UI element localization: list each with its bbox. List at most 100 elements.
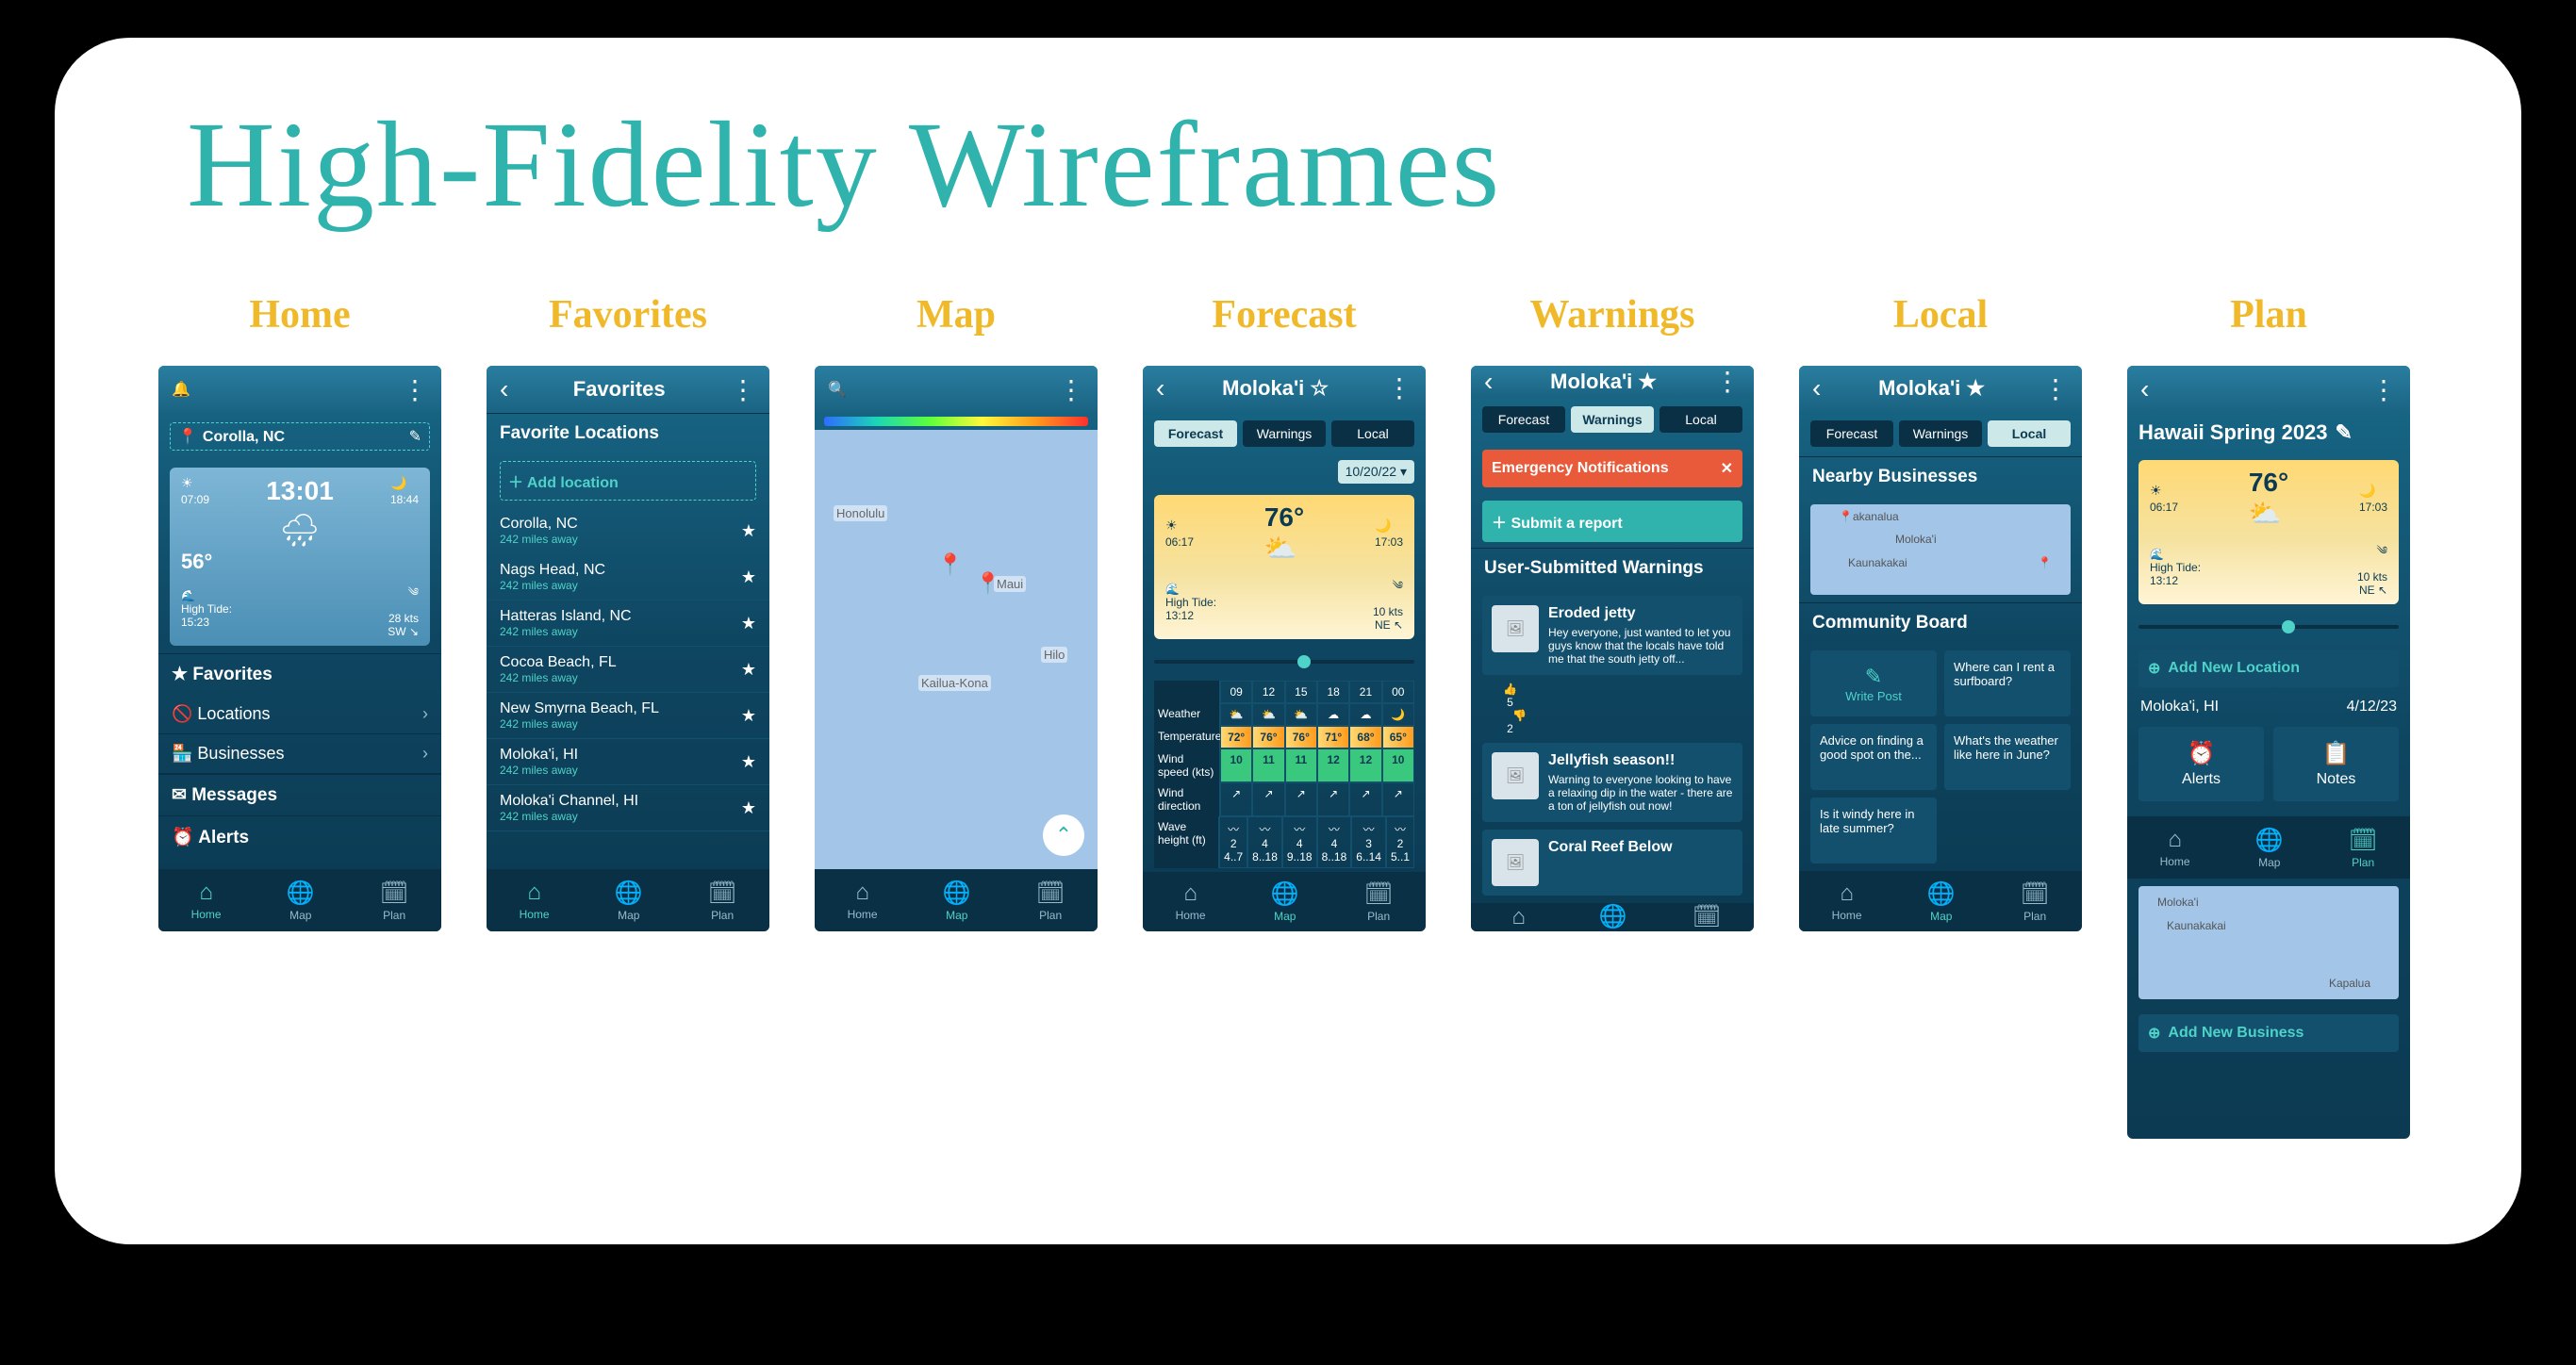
star-icon[interactable]: ★ [741,567,756,587]
nav-home[interactable]: ⌂Home [2160,827,2190,868]
back-icon[interactable]: ‹ [1156,373,1164,403]
map-pin-icon[interactable]: 📍 [937,552,963,577]
add-business-button[interactable]: ⊕Add New Business [2138,1014,2399,1052]
nav-map[interactable]: 🌐Map [1599,903,1627,931]
tab-local[interactable]: Local [1988,420,2071,447]
bell-icon[interactable]: 🔔 [172,380,190,399]
back-icon[interactable]: ‹ [1484,367,1493,397]
nav-plan[interactable]: 🗓Plan [2021,880,2049,923]
tab-warnings[interactable]: Warnings [1571,406,1654,433]
back-icon[interactable]: ‹ [1812,373,1821,403]
notes-button[interactable]: 📋Notes [2273,727,2399,801]
nav-plan[interactable]: 🗓Plan [708,880,736,922]
tab-forecast[interactable]: Forecast [1482,406,1565,433]
plan-topbar: ‹ [2127,366,2410,413]
forecast-temp: 76° [1264,502,1304,532]
star-icon[interactable]: ★ [741,752,756,772]
home-label: Home [249,292,350,337]
warning-item[interactable]: 🖼Jellyfish season!!Warning to everyone l… [1482,743,1742,822]
nav-map[interactable]: 🌐Map [2255,827,2284,869]
menu-icon[interactable] [1058,374,1084,405]
edit-icon[interactable]: ✎ [409,427,421,446]
alerts-section[interactable]: ⏰ Alerts [158,815,441,858]
time-slider[interactable] [1154,660,1414,664]
plan-location-row[interactable]: Moloka'i, HI 4/12/23 [2140,699,2397,715]
tab-forecast[interactable]: Forecast [1810,420,1893,447]
tab-local[interactable]: Local [1660,406,1742,433]
back-icon[interactable]: ‹ [2140,374,2149,404]
vote-controls[interactable]: 👍5👎2 [1494,682,1527,735]
nav-home[interactable]: ⌂Home [520,880,550,921]
post-item[interactable]: Where can I rent a surfboard? [1944,650,2071,716]
back-icon[interactable]: ‹ [500,374,508,404]
date-picker[interactable]: 10/20/22 ▾ [1154,460,1414,484]
nav-plan[interactable]: 🗓Plan [2349,827,2377,869]
nav-plan[interactable]: 🗓Plan [1036,880,1065,922]
star-icon[interactable]: ★ [741,660,756,680]
nav-home[interactable]: ⌂Home [848,880,878,921]
favorite-item[interactable]: Hatteras Island, NC242 miles away★ [487,600,769,647]
tab-forecast[interactable]: Forecast [1154,420,1237,447]
close-icon[interactable]: ✕ [1721,459,1733,478]
plan-slider[interactable] [2138,625,2399,629]
map-view[interactable]: Honolulu 📍 📍 Maui Kailua-Kona Hilo ⌃ [815,430,1098,869]
add-location-button[interactable]: ＋ Add location [500,461,756,501]
nav-plan[interactable]: 🗓Plan [1364,880,1393,923]
forecast-bottomnav: ⌂Home 🌐Map 🗓Plan [1143,872,1426,931]
write-post-button[interactable]: ✎Write Post [1810,650,1937,716]
star-icon[interactable]: ★ [741,798,756,818]
nav-plan[interactable]: 🗓Plan [1693,903,1721,931]
nav-plan[interactable]: 🗓Plan [380,880,408,922]
businesses-item[interactable]: 🏪 Businesses› [158,734,441,774]
alerts-button[interactable]: ⏰Alerts [2138,727,2264,801]
nav-map[interactable]: 🌐Map [1271,880,1299,923]
forecast-title: Moloka'i [1222,376,1304,400]
favorite-item[interactable]: Cocoa Beach, FL242 miles away★ [487,647,769,693]
edit-icon[interactable]: ✎ [2336,420,2353,445]
star-icon[interactable]: ★ [741,521,756,541]
add-location-button[interactable]: ⊕Add New Location [2138,650,2399,687]
nav-home[interactable]: ⌂Home [1504,904,1534,932]
messages-section[interactable]: ✉ Messages [158,774,441,815]
post-item[interactable]: Advice on finding a good spot on the... [1810,724,1937,790]
warning-item[interactable]: 🖼Eroded jettyHey everyone, just wanted t… [1482,596,1742,675]
home-weather-card[interactable]: ☀07:09 13:01 🌙18:44 🌧 56° 🌊High Tide:15:… [170,468,430,646]
favorite-item[interactable]: Moloka'i Channel, HI242 miles away★ [487,785,769,831]
submit-report-button[interactable]: ＋ Submit a report [1482,501,1742,542]
nav-map[interactable]: 🌐Map [615,880,643,922]
menu-icon[interactable] [402,374,428,405]
post-item[interactable]: Is it windy here in late summer? [1810,798,1937,863]
tab-warnings[interactable]: Warnings [1243,420,1326,447]
tab-warnings[interactable]: Warnings [1899,420,1982,447]
location-bar[interactable]: 📍Corolla, NC ✎ [170,422,430,451]
star-icon[interactable]: ★ [1966,376,1985,400]
nav-home[interactable]: ⌂Home [1832,880,1862,922]
nav-map[interactable]: 🌐Map [287,880,315,922]
nav-home[interactable]: ⌂Home [191,880,222,921]
menu-icon[interactable] [1386,372,1412,403]
favorite-item[interactable]: Corolla, NC242 miles away★ [487,508,769,554]
favorite-item[interactable]: New Smyrna Beach, FL242 miles away★ [487,693,769,739]
star-icon[interactable]: ☆ [1310,376,1329,400]
search-icon[interactable]: 🔍 [828,380,847,399]
menu-icon[interactable] [1714,366,1741,397]
menu-icon[interactable] [730,374,756,405]
favorite-item[interactable]: Moloka'i, HI242 miles away★ [487,739,769,785]
plan-map-thumb[interactable]: Moloka'i Kaunakakai Kapalua [2138,886,2399,999]
menu-icon[interactable] [2370,374,2397,405]
locations-item[interactable]: 🚫 Locations› [158,695,441,734]
emergency-banner[interactable]: Emergency Notifications ✕ [1482,450,1742,487]
favorite-item[interactable]: Nags Head, NC242 miles away★ [487,554,769,600]
star-icon[interactable]: ★ [741,614,756,633]
warning-item[interactable]: 🖼Coral Reef Below [1482,830,1742,896]
tab-local[interactable]: Local [1331,420,1414,447]
menu-icon[interactable] [2042,373,2069,404]
star-icon[interactable]: ★ [741,706,756,726]
expand-button[interactable]: ⌃ [1043,814,1084,856]
star-icon[interactable]: ★ [1638,370,1657,393]
nav-map[interactable]: 🌐Map [1927,880,1956,923]
nav-home[interactable]: ⌂Home [1176,880,1206,922]
post-item[interactable]: What's the weather like here in June? [1944,724,2071,790]
local-map-thumb[interactable]: 📍akanalua Moloka'i Kaunakakai 📍 [1810,504,2071,595]
nav-map[interactable]: 🌐Map [943,880,971,922]
